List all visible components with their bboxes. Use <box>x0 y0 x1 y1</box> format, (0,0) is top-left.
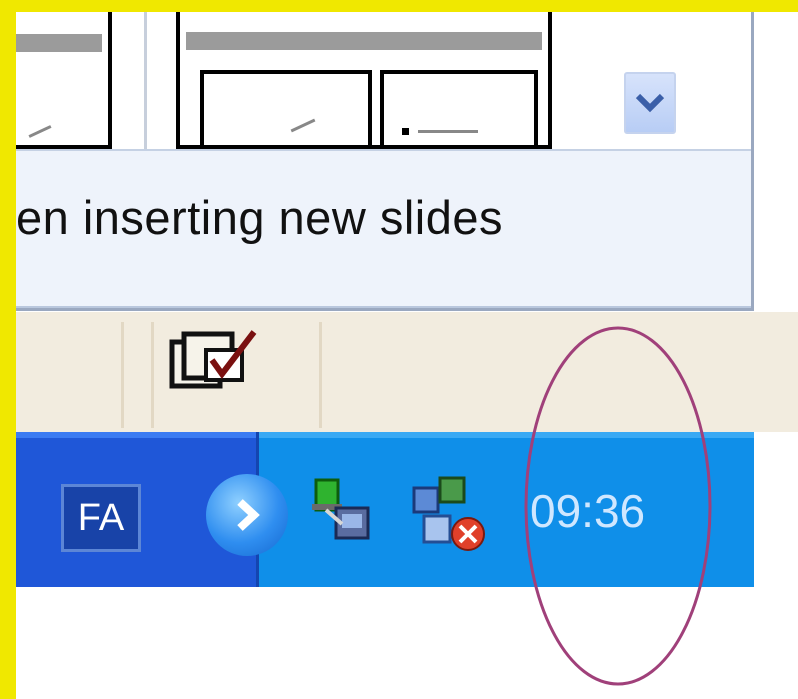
frame-top <box>0 0 798 12</box>
layout-thumbnail-2[interactable] <box>176 12 552 149</box>
task-pane-body: en inserting new slides <box>16 12 751 308</box>
thumbnail-line <box>28 125 52 138</box>
status-cell <box>16 322 124 428</box>
task-pane: en inserting new slides <box>16 12 754 311</box>
network-icon[interactable] <box>312 474 382 550</box>
language-indicator-button[interactable]: FA <box>61 484 141 552</box>
thumbnail-title-bar <box>186 32 542 50</box>
tray-expand-button[interactable] <box>206 474 288 556</box>
show-when-inserting-label: en inserting new slides <box>16 191 503 244</box>
gallery-scroll-down-button[interactable] <box>624 72 676 134</box>
thumbnail-title-bar <box>16 34 102 52</box>
annotation-ellipse <box>524 326 712 686</box>
tray-expand-icon <box>237 499 260 531</box>
thumbnail-line <box>418 130 478 133</box>
frame-left <box>0 0 16 699</box>
spelling-check-icon[interactable] <box>162 328 262 394</box>
network-disconnected-icon[interactable] <box>410 474 490 554</box>
gallery-separator <box>144 12 147 149</box>
thumbnail-line <box>290 118 316 133</box>
thumbnail-bullet <box>402 128 409 135</box>
thumbnail-content-box-right <box>380 70 538 145</box>
chevron-down-icon <box>635 93 665 113</box>
slide-layout-gallery <box>16 12 751 151</box>
layout-thumbnail-1[interactable] <box>16 12 112 149</box>
thumbnail-content-box-left <box>200 70 372 145</box>
